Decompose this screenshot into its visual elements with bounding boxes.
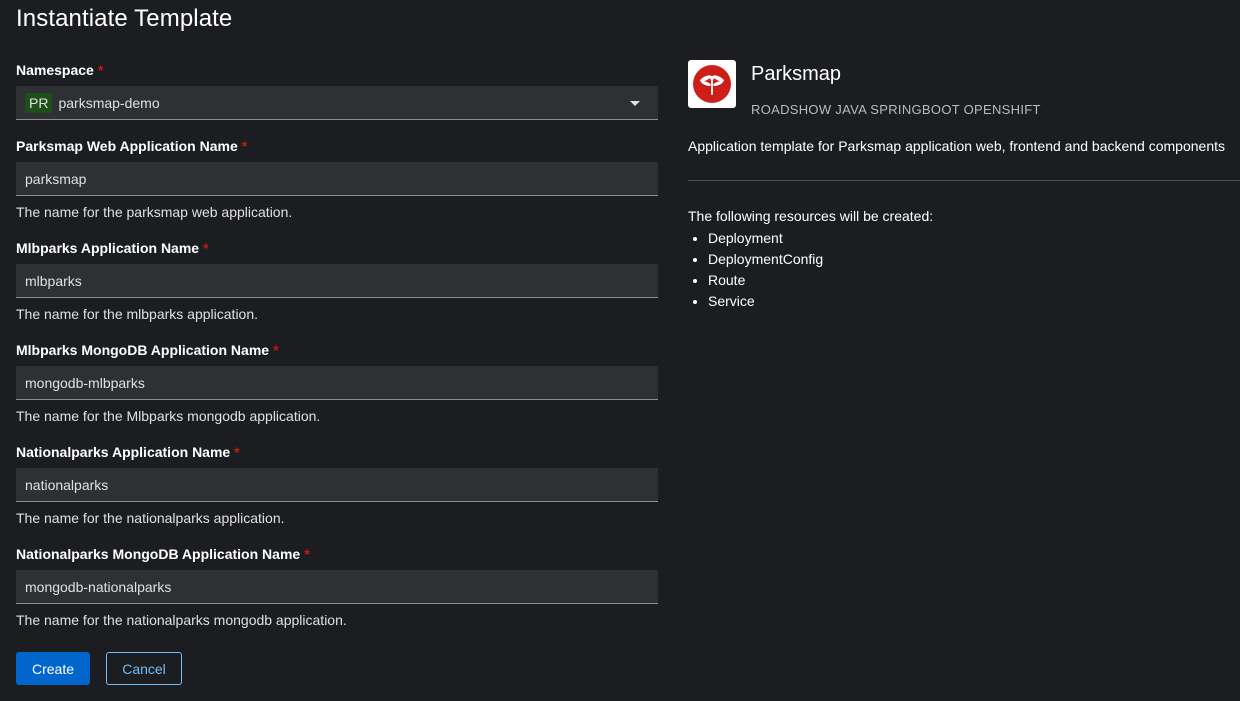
list-item: Service xyxy=(708,291,823,312)
field-label: Nationalparks Application Name * xyxy=(16,442,658,462)
required-marker: * xyxy=(304,546,310,562)
parksmap-web-app-name-input[interactable] xyxy=(16,162,658,196)
instantiate-form: Namespace * PR parksmap-demo Parksmap Web… xyxy=(16,60,658,630)
field-label: Nationalparks MongoDB Application Name * xyxy=(16,544,658,564)
template-description: Application template for Parksmap applic… xyxy=(688,138,1225,154)
resources-list: Deployment DeploymentConfig Route Servic… xyxy=(708,228,823,312)
project-badge: PR xyxy=(25,92,53,113)
field-helper-text: The name for the nationalparks applicati… xyxy=(16,510,285,526)
field-label-text: Nationalparks MongoDB Application Name xyxy=(16,546,301,562)
required-marker: * xyxy=(234,444,240,460)
field-label: Parksmap Web Application Name * xyxy=(16,136,658,156)
field-helper-text: The name for the parksmap web applicatio… xyxy=(16,204,293,220)
mlbparks-app-name-input[interactable] xyxy=(16,264,658,298)
namespace-label: Namespace * xyxy=(16,60,658,80)
field-label-text: Mlbparks MongoDB Application Name xyxy=(16,342,270,358)
field-label: Mlbparks MongoDB Application Name * xyxy=(16,340,658,360)
field-mlbparks-mongodb-app-name: Mlbparks MongoDB Application Name* The n… xyxy=(16,340,658,426)
cancel-button[interactable]: Cancel xyxy=(106,652,182,685)
list-item: DeploymentConfig xyxy=(708,249,823,270)
field-nationalparks-mongodb-app-name: Nationalparks MongoDB Application Name * … xyxy=(16,544,658,630)
mlbparks-mongodb-app-name-input[interactable] xyxy=(16,366,658,400)
template-tags: ROADSHOW JAVA SPRINGBOOT OPENSHIFT xyxy=(751,102,1041,117)
field-nationalparks-app-name: Nationalparks Application Name* The name… xyxy=(16,442,658,528)
caret-down-icon xyxy=(630,101,640,106)
nationalparks-app-name-input[interactable] xyxy=(16,468,658,502)
page-title: Instantiate Template xyxy=(16,5,233,32)
dragonfly-icon xyxy=(693,65,731,103)
field-label: Mlbparks Application Name * xyxy=(16,238,658,258)
form-actions: Create Cancel xyxy=(16,652,182,685)
namespace-label-text: Namespace xyxy=(16,62,94,78)
field-parksmap-web-app-name: Parksmap Web Application Name* The name … xyxy=(16,136,658,222)
field-helper-text: The name for the mlbparks application. xyxy=(16,306,259,322)
namespace-value: parksmap-demo xyxy=(58,94,160,111)
namespace-select[interactable]: PR parksmap-demo xyxy=(16,86,658,120)
nationalparks-mongodb-app-name-input[interactable] xyxy=(16,570,658,604)
field-helper-text: The name for the nationalparks mongodb a… xyxy=(16,612,347,628)
template-logo xyxy=(688,60,736,108)
field-label-text: Mlbparks Application Name xyxy=(16,240,200,256)
field-helper-text: The name for the Mlbparks mongodb applic… xyxy=(16,408,321,424)
resources-intro: The following resources will be created: xyxy=(688,208,934,224)
list-item: Route xyxy=(708,270,823,291)
namespace-group: Namespace * PR parksmap-demo xyxy=(16,60,658,120)
list-item: Deployment xyxy=(708,228,823,249)
template-title: Parksmap xyxy=(751,63,842,85)
required-marker: * xyxy=(241,138,248,154)
required-marker: * xyxy=(203,240,209,256)
create-button[interactable]: Create xyxy=(16,652,90,685)
required-marker: * xyxy=(273,342,279,358)
field-label-text: Parksmap Web Application Name xyxy=(16,138,238,154)
divider xyxy=(688,180,1240,181)
field-label-text: Nationalparks Application Name xyxy=(16,444,231,460)
field-mlbparks-app-name: Mlbparks Application Name* The name for … xyxy=(16,238,658,324)
required-marker: * xyxy=(97,62,104,78)
